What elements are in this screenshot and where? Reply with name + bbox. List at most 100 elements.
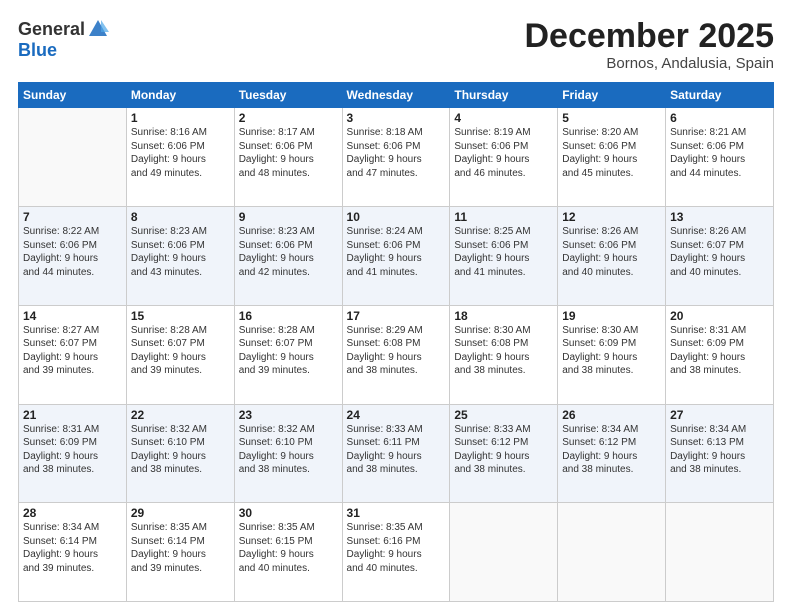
header-sunday: Sunday <box>19 83 127 108</box>
day-number: 11 <box>454 210 553 224</box>
day-number: 25 <box>454 408 553 422</box>
day-info: Sunrise: 8:18 AM Sunset: 6:06 PM Dayligh… <box>347 126 446 180</box>
day-number: 23 <box>239 408 338 422</box>
day-info: Sunrise: 8:28 AM Sunset: 6:07 PM Dayligh… <box>131 324 230 378</box>
header-monday: Monday <box>126 83 234 108</box>
calendar-cell: 17Sunrise: 8:29 AM Sunset: 6:08 PM Dayli… <box>342 305 450 404</box>
day-info: Sunrise: 8:31 AM Sunset: 6:09 PM Dayligh… <box>23 423 122 477</box>
day-number: 14 <box>23 309 122 323</box>
page: General Blue December 2025 Bornos, Andal… <box>0 0 792 612</box>
calendar-cell: 19Sunrise: 8:30 AM Sunset: 6:09 PM Dayli… <box>558 305 666 404</box>
calendar-cell: 16Sunrise: 8:28 AM Sunset: 6:07 PM Dayli… <box>234 305 342 404</box>
calendar-cell <box>450 503 558 602</box>
day-number: 5 <box>562 111 661 125</box>
day-number: 22 <box>131 408 230 422</box>
calendar-cell: 6Sunrise: 8:21 AM Sunset: 6:06 PM Daylig… <box>666 108 774 207</box>
day-info: Sunrise: 8:34 AM Sunset: 6:13 PM Dayligh… <box>670 423 769 477</box>
day-number: 29 <box>131 506 230 520</box>
day-info: Sunrise: 8:32 AM Sunset: 6:10 PM Dayligh… <box>239 423 338 477</box>
calendar-cell: 29Sunrise: 8:35 AM Sunset: 6:14 PM Dayli… <box>126 503 234 602</box>
day-info: Sunrise: 8:20 AM Sunset: 6:06 PM Dayligh… <box>562 126 661 180</box>
day-info: Sunrise: 8:35 AM Sunset: 6:15 PM Dayligh… <box>239 521 338 575</box>
day-number: 31 <box>347 506 446 520</box>
calendar-cell: 13Sunrise: 8:26 AM Sunset: 6:07 PM Dayli… <box>666 207 774 306</box>
day-info: Sunrise: 8:26 AM Sunset: 6:07 PM Dayligh… <box>670 225 769 279</box>
day-number: 2 <box>239 111 338 125</box>
calendar-cell <box>19 108 127 207</box>
day-info: Sunrise: 8:24 AM Sunset: 6:06 PM Dayligh… <box>347 225 446 279</box>
day-info: Sunrise: 8:19 AM Sunset: 6:06 PM Dayligh… <box>454 126 553 180</box>
day-number: 13 <box>670 210 769 224</box>
day-info: Sunrise: 8:28 AM Sunset: 6:07 PM Dayligh… <box>239 324 338 378</box>
day-info: Sunrise: 8:34 AM Sunset: 6:14 PM Dayligh… <box>23 521 122 575</box>
calendar-cell: 28Sunrise: 8:34 AM Sunset: 6:14 PM Dayli… <box>19 503 127 602</box>
day-number: 10 <box>347 210 446 224</box>
day-number: 18 <box>454 309 553 323</box>
day-number: 3 <box>347 111 446 125</box>
day-number: 19 <box>562 309 661 323</box>
location-text: Bornos, Andalusia, Spain <box>524 55 774 72</box>
calendar-cell: 5Sunrise: 8:20 AM Sunset: 6:06 PM Daylig… <box>558 108 666 207</box>
calendar-cell: 25Sunrise: 8:33 AM Sunset: 6:12 PM Dayli… <box>450 404 558 503</box>
weekday-header-row: Sunday Monday Tuesday Wednesday Thursday… <box>19 83 774 108</box>
day-info: Sunrise: 8:25 AM Sunset: 6:06 PM Dayligh… <box>454 225 553 279</box>
calendar-cell: 31Sunrise: 8:35 AM Sunset: 6:16 PM Dayli… <box>342 503 450 602</box>
calendar-cell: 20Sunrise: 8:31 AM Sunset: 6:09 PM Dayli… <box>666 305 774 404</box>
header-friday: Friday <box>558 83 666 108</box>
calendar-cell: 22Sunrise: 8:32 AM Sunset: 6:10 PM Dayli… <box>126 404 234 503</box>
day-number: 24 <box>347 408 446 422</box>
day-number: 26 <box>562 408 661 422</box>
calendar-cell: 30Sunrise: 8:35 AM Sunset: 6:15 PM Dayli… <box>234 503 342 602</box>
title-block: December 2025 Bornos, Andalusia, Spain <box>524 18 774 72</box>
calendar-table: Sunday Monday Tuesday Wednesday Thursday… <box>18 82 774 602</box>
day-info: Sunrise: 8:17 AM Sunset: 6:06 PM Dayligh… <box>239 126 338 180</box>
calendar-week-row: 21Sunrise: 8:31 AM Sunset: 6:09 PM Dayli… <box>19 404 774 503</box>
calendar-week-row: 14Sunrise: 8:27 AM Sunset: 6:07 PM Dayli… <box>19 305 774 404</box>
day-info: Sunrise: 8:30 AM Sunset: 6:08 PM Dayligh… <box>454 324 553 378</box>
calendar-cell: 4Sunrise: 8:19 AM Sunset: 6:06 PM Daylig… <box>450 108 558 207</box>
day-number: 8 <box>131 210 230 224</box>
calendar-cell: 24Sunrise: 8:33 AM Sunset: 6:11 PM Dayli… <box>342 404 450 503</box>
calendar-cell: 14Sunrise: 8:27 AM Sunset: 6:07 PM Dayli… <box>19 305 127 404</box>
day-number: 15 <box>131 309 230 323</box>
calendar-cell: 23Sunrise: 8:32 AM Sunset: 6:10 PM Dayli… <box>234 404 342 503</box>
day-info: Sunrise: 8:22 AM Sunset: 6:06 PM Dayligh… <box>23 225 122 279</box>
day-number: 20 <box>670 309 769 323</box>
day-info: Sunrise: 8:33 AM Sunset: 6:12 PM Dayligh… <box>454 423 553 477</box>
calendar-cell: 18Sunrise: 8:30 AM Sunset: 6:08 PM Dayli… <box>450 305 558 404</box>
day-number: 9 <box>239 210 338 224</box>
calendar-cell: 12Sunrise: 8:26 AM Sunset: 6:06 PM Dayli… <box>558 207 666 306</box>
logo-blue-text: Blue <box>18 40 57 61</box>
calendar-cell: 26Sunrise: 8:34 AM Sunset: 6:12 PM Dayli… <box>558 404 666 503</box>
day-number: 4 <box>454 111 553 125</box>
day-info: Sunrise: 8:26 AM Sunset: 6:06 PM Dayligh… <box>562 225 661 279</box>
logo: General Blue <box>18 18 109 61</box>
day-info: Sunrise: 8:16 AM Sunset: 6:06 PM Dayligh… <box>131 126 230 180</box>
calendar-cell: 8Sunrise: 8:23 AM Sunset: 6:06 PM Daylig… <box>126 207 234 306</box>
day-number: 12 <box>562 210 661 224</box>
month-title: December 2025 <box>524 18 774 55</box>
day-info: Sunrise: 8:33 AM Sunset: 6:11 PM Dayligh… <box>347 423 446 477</box>
day-info: Sunrise: 8:30 AM Sunset: 6:09 PM Dayligh… <box>562 324 661 378</box>
day-info: Sunrise: 8:21 AM Sunset: 6:06 PM Dayligh… <box>670 126 769 180</box>
calendar-cell: 9Sunrise: 8:23 AM Sunset: 6:06 PM Daylig… <box>234 207 342 306</box>
header-wednesday: Wednesday <box>342 83 450 108</box>
day-number: 21 <box>23 408 122 422</box>
header-thursday: Thursday <box>450 83 558 108</box>
day-info: Sunrise: 8:32 AM Sunset: 6:10 PM Dayligh… <box>131 423 230 477</box>
day-number: 6 <box>670 111 769 125</box>
calendar-cell: 27Sunrise: 8:34 AM Sunset: 6:13 PM Dayli… <box>666 404 774 503</box>
day-number: 30 <box>239 506 338 520</box>
logo-general-text: General <box>18 19 85 40</box>
calendar-cell: 2Sunrise: 8:17 AM Sunset: 6:06 PM Daylig… <box>234 108 342 207</box>
calendar-cell: 15Sunrise: 8:28 AM Sunset: 6:07 PM Dayli… <box>126 305 234 404</box>
day-info: Sunrise: 8:35 AM Sunset: 6:14 PM Dayligh… <box>131 521 230 575</box>
calendar-cell: 10Sunrise: 8:24 AM Sunset: 6:06 PM Dayli… <box>342 207 450 306</box>
day-info: Sunrise: 8:27 AM Sunset: 6:07 PM Dayligh… <box>23 324 122 378</box>
day-info: Sunrise: 8:34 AM Sunset: 6:12 PM Dayligh… <box>562 423 661 477</box>
calendar-cell: 1Sunrise: 8:16 AM Sunset: 6:06 PM Daylig… <box>126 108 234 207</box>
calendar-week-row: 7Sunrise: 8:22 AM Sunset: 6:06 PM Daylig… <box>19 207 774 306</box>
day-number: 1 <box>131 111 230 125</box>
calendar-cell: 11Sunrise: 8:25 AM Sunset: 6:06 PM Dayli… <box>450 207 558 306</box>
calendar-cell <box>558 503 666 602</box>
